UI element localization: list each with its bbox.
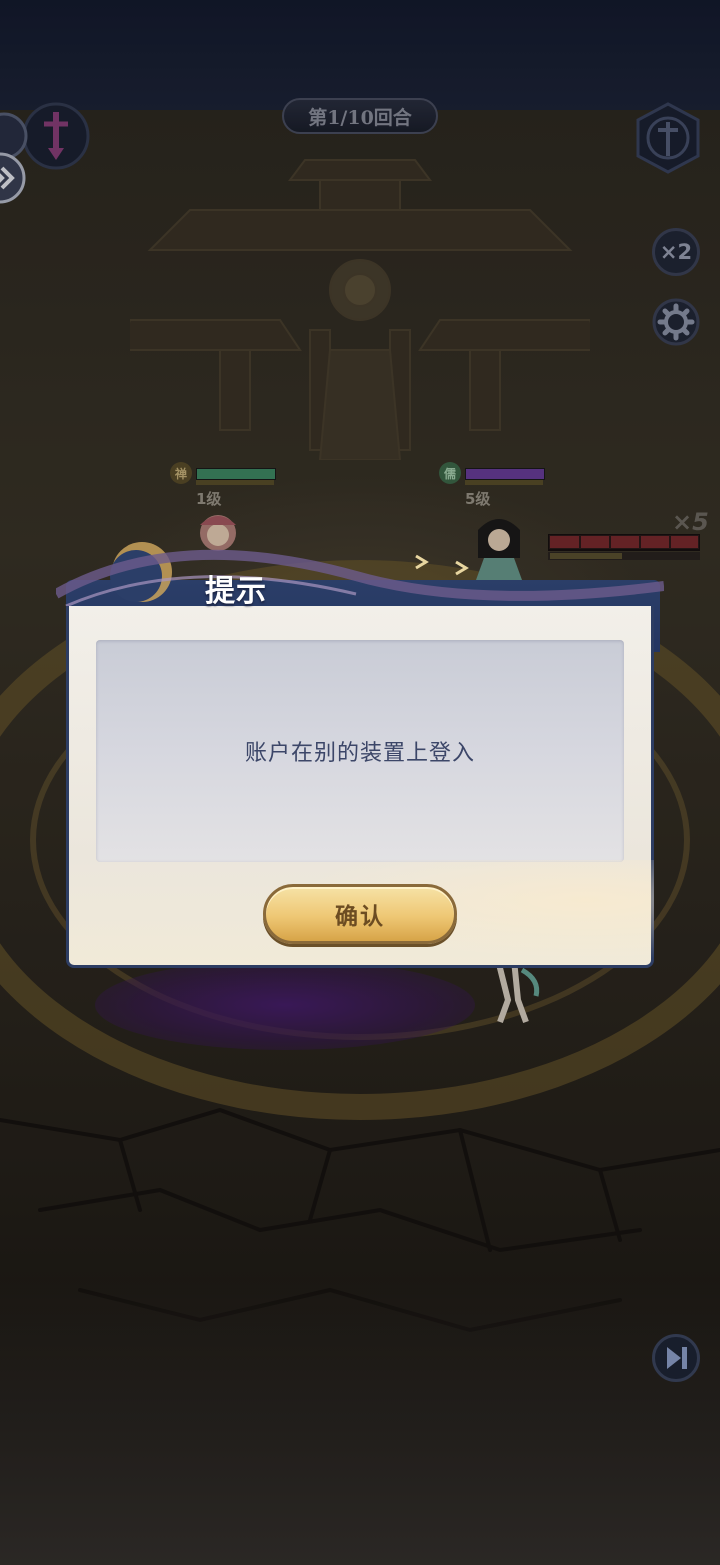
- dialog-message: 账户在别的装置上登入: [244, 741, 475, 766]
- dialog-title: 提示: [205, 574, 267, 609]
- confirm-button-label: 确认: [335, 903, 385, 930]
- battle-screen: 第1/10回合 ×2 禅 1级 儒 5级 ×5 提示 账户在别的装置上登入 确认: [0, 0, 720, 1565]
- message-box: 账户在别的装置上登入: [96, 640, 624, 862]
- confirm-button[interactable]: 确认: [263, 884, 457, 944]
